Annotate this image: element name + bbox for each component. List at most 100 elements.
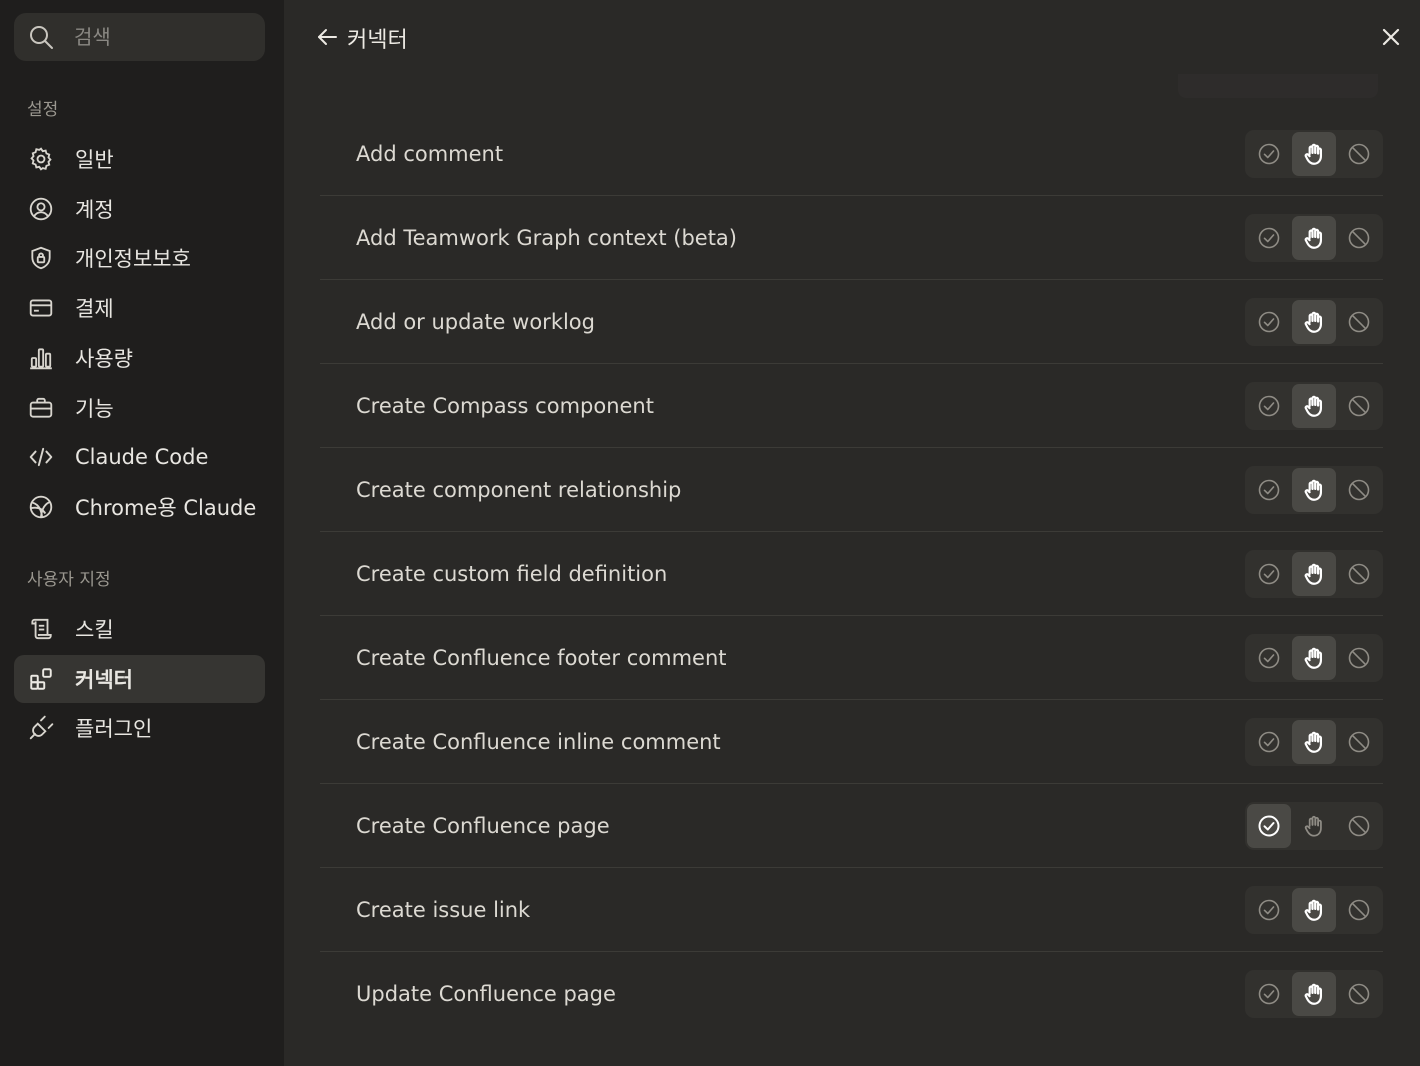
permission-block-button[interactable] [1337,384,1381,428]
permission-ask-button[interactable] [1292,804,1336,848]
permission-ask-button[interactable] [1292,635,1336,680]
tool-name: Create Compass component [356,393,654,418]
permission-ask-button[interactable] [1292,131,1336,176]
user-circle-icon [27,195,55,223]
block-icon [1347,226,1371,250]
search-box[interactable] [14,13,265,61]
permission-toggle-group [1245,297,1383,346]
hand-icon [1301,981,1327,1007]
permission-allow-button[interactable] [1247,216,1291,260]
tool-name: Create issue link [356,897,531,922]
hand-icon [1301,561,1327,587]
tool-row: Create custom field definition [320,532,1383,616]
permission-toggle-group [1245,801,1383,850]
permission-block-button[interactable] [1337,636,1381,680]
permission-block-button[interactable] [1337,216,1381,260]
sidebar-item-label: 사용량 [75,346,133,371]
sidebar-item[interactable]: 스킬 [14,605,265,653]
block-icon [1347,394,1371,418]
customize-section-label: 사용자 지정 [27,570,111,590]
permission-ask-button[interactable] [1292,383,1336,428]
permission-block-button[interactable] [1337,132,1381,176]
permission-allow-button[interactable] [1247,552,1291,596]
permission-ask-button[interactable] [1292,719,1336,764]
permission-ask-button[interactable] [1292,467,1336,512]
permission-ask-button[interactable] [1292,551,1336,596]
permission-allow-button[interactable] [1247,636,1291,680]
sidebar-item[interactable]: 개인정보보호 [14,234,265,282]
sidebar-item-label: 커넥터 [75,667,133,692]
hand-icon [1301,813,1327,839]
permission-block-button[interactable] [1337,720,1381,764]
close-button[interactable] [1376,22,1406,52]
check-circle-icon [1257,814,1281,838]
sidebar-item[interactable]: 결제 [14,284,265,332]
search-icon [30,26,53,49]
hand-icon [1301,729,1327,755]
permission-ask-button[interactable] [1292,887,1336,932]
sidebar-item-label: 개인정보보호 [75,247,191,272]
sidebar-item[interactable]: Chrome용 Claude [14,483,265,531]
tool-row: Create Confluence page [320,784,1383,868]
scroll-icon [27,615,55,643]
permission-allow-button[interactable] [1247,972,1291,1016]
tool-row: Create component relationship [320,448,1383,532]
tool-row: Update Confluence page [320,952,1383,1036]
permission-allow-button[interactable] [1247,803,1291,848]
permission-allow-button[interactable] [1247,384,1291,428]
check-circle-icon [1257,310,1281,334]
permission-allow-button[interactable] [1247,300,1291,344]
sidebar-item[interactable]: 커넥터 [14,654,265,703]
briefcase-icon [27,394,55,422]
sidebar-item-label: 플러그인 [75,717,153,741]
permission-allow-button[interactable] [1247,888,1291,932]
permission-allow-button[interactable] [1247,132,1291,176]
hand-icon [1301,141,1327,167]
permission-block-button[interactable] [1337,972,1381,1016]
sidebar-item[interactable]: 기능 [14,384,265,432]
back-button[interactable] [312,22,342,52]
connector-icon [27,665,55,693]
sidebar-item[interactable]: Claude Code [14,433,265,481]
check-circle-icon [1257,730,1281,754]
hand-icon [1301,393,1327,419]
sidebar-item-label: Claude Code [75,445,209,470]
tool-name: Create custom field definition [356,561,668,586]
sidebar-item-label: 스킬 [75,618,114,642]
permission-toggle-group [1245,213,1383,262]
sidebar-item[interactable]: 일반 [14,135,265,183]
search-input[interactable] [74,25,244,49]
check-circle-icon [1257,646,1281,670]
hand-icon [1301,225,1327,251]
permission-block-button[interactable] [1337,804,1381,848]
credit-card-icon [27,294,55,322]
permission-block-button[interactable] [1337,552,1381,596]
permission-toggle-group [1245,465,1383,514]
permission-allow-button[interactable] [1247,720,1291,764]
permission-ask-button[interactable] [1292,972,1336,1016]
code-icon [27,443,55,471]
block-icon [1347,982,1371,1006]
permission-allow-button[interactable] [1247,468,1291,512]
check-circle-icon [1257,982,1281,1006]
sidebar-item[interactable]: 사용량 [14,334,265,382]
sidebar-item[interactable]: 계정 [14,185,265,233]
tool-row: Add Teamwork Graph context (beta) [320,196,1383,280]
sidebar-item-label: 결제 [75,297,114,322]
permission-toggle-group [1245,885,1383,934]
permission-toggle-group [1245,381,1383,430]
tool-name: Add or update worklog [356,309,595,334]
permission-toggle-group [1245,970,1383,1018]
permission-block-button[interactable] [1337,888,1381,932]
tool-permission-list: Add comment Add Teamwork Graph context (b… [320,112,1383,1036]
permission-ask-button[interactable] [1292,215,1336,260]
sidebar-item[interactable]: 플러그인 [14,704,265,752]
permission-block-button[interactable] [1337,300,1381,344]
permission-ask-button[interactable] [1292,299,1336,344]
page-title: 커넥터 [347,28,408,53]
block-icon [1347,310,1371,334]
sidebar: 설정 일반계정개인정보보호결제사용량기능 Claude Code Chrome용 C… [0,0,284,1066]
close-icon [1382,28,1400,46]
hand-icon [1301,897,1327,923]
permission-block-button[interactable] [1337,468,1381,512]
